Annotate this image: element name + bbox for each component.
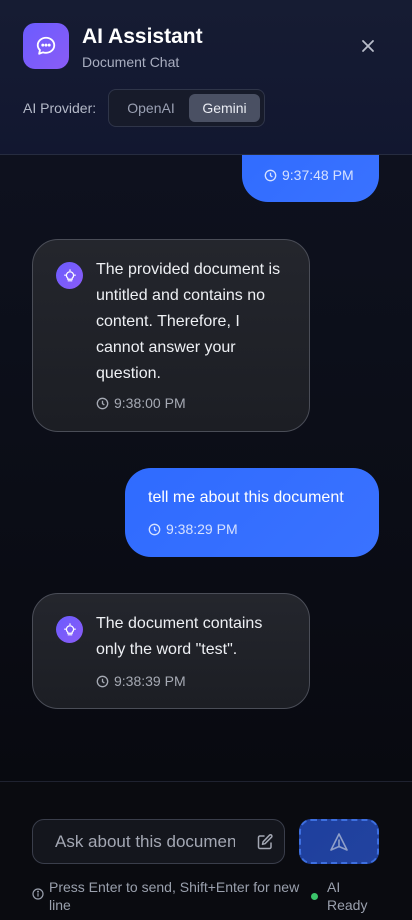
message-timestamp: 9:38:00 PM [96,395,186,411]
close-icon [362,40,374,52]
message-list[interactable]: 9:37:48 PM The provided document is unti… [0,155,412,781]
provider-toggle: OpenAI Gemini [108,89,265,127]
lightbulb-icon [56,262,83,289]
edit-icon[interactable] [255,832,275,852]
app-title: AI Assistant [82,25,203,48]
message-text: The document contains only the word "tes… [96,615,263,658]
user-message: 9:37:48 PM [242,155,379,202]
clock-icon [96,397,109,409]
close-button[interactable] [354,32,382,60]
message-timestamp: 9:37:48 PM [264,167,354,183]
chat-bubble-icon [23,23,69,69]
message-input-wrapper[interactable] [32,819,285,864]
assistant-message: The provided document is untitled and co… [32,239,310,432]
composer: Press Enter to send, Shift+Enter for new… [0,781,412,920]
send-button[interactable] [299,819,379,864]
clock-icon [264,169,277,181]
message-text: The provided document is untitled and co… [96,261,281,382]
assistant-message: The document contains only the word "tes… [32,593,310,709]
provider-label: AI Provider: [23,100,97,116]
user-message: tell me about this document 9:38:29 PM [125,468,379,557]
app-subtitle: Document Chat [82,54,180,70]
lightbulb-icon [56,616,83,643]
keyboard-hint: Press Enter to send, Shift+Enter for new… [49,879,300,913]
clock-icon [148,523,161,535]
message-text: tell me about this document [148,489,344,506]
chat-header: AI Assistant Document Chat AI Provider: … [0,0,412,155]
message-timestamp: 9:38:29 PM [148,521,238,537]
clock-icon [96,675,109,687]
provider-gemini-button[interactable]: Gemini [189,94,260,122]
info-icon [32,888,44,900]
provider-openai-button[interactable]: OpenAI [115,94,187,122]
message-timestamp: 9:38:39 PM [96,673,186,689]
message-input[interactable] [55,820,235,863]
send-icon [330,832,348,851]
status-indicator-dot [311,893,318,900]
status-text: AI Ready [327,879,368,913]
